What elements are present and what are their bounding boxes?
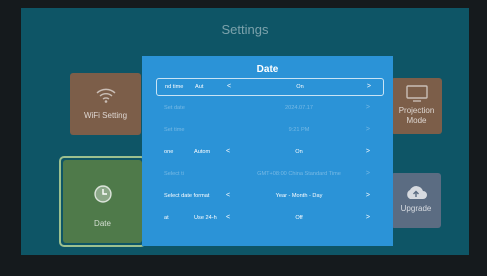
settings-row[interactable]: at Use 24-h < Off > xyxy=(156,210,382,226)
tile-label: Projection Mode xyxy=(398,106,435,125)
chevron-right-icon: > xyxy=(365,170,370,177)
row-label: Select date format xyxy=(164,193,210,199)
row-mode-label: Use 24-h xyxy=(194,215,217,221)
chevron-right-icon: > xyxy=(365,126,370,133)
settings-row: Set date 2024.07.17 > xyxy=(156,100,382,116)
clock-icon xyxy=(93,185,112,203)
settings-row[interactable]: nd time Aut < On > xyxy=(156,78,384,96)
row-label: Select ti xyxy=(164,171,184,177)
tv-display: Settings WiFi Setting Date Projection Mo xyxy=(21,8,469,255)
tile-wifi-setting[interactable]: WiFi Setting xyxy=(70,73,141,135)
row-label: one xyxy=(164,149,174,155)
row-value: Off xyxy=(295,215,303,221)
row-value: GMT+08:00 China Standard Time xyxy=(257,171,341,177)
projector-icon xyxy=(405,85,428,102)
tile-date[interactable]: Date xyxy=(59,156,146,247)
chevron-right-icon[interactable]: > xyxy=(367,79,371,95)
tile-label: WiFi Setting xyxy=(83,111,128,120)
row-value: On xyxy=(295,149,303,155)
row-label: nd time xyxy=(165,84,184,90)
settings-row[interactable]: Select date format < Year - Month - Day > xyxy=(156,188,382,204)
page-title: Settings xyxy=(221,22,269,37)
tile-upgrade[interactable]: Upgrade xyxy=(391,173,441,228)
settings-row[interactable]: one Autom < On > xyxy=(156,144,382,160)
chevron-left-icon[interactable]: < xyxy=(226,144,230,160)
screen: Settings WiFi Setting Date Projection Mo xyxy=(0,0,487,276)
chevron-left-icon[interactable]: < xyxy=(227,79,231,95)
date-settings-dialog: Date nd time Aut < On > Set date 2024.07.17 > Se… xyxy=(142,56,393,246)
chevron-right-icon[interactable]: > xyxy=(366,210,370,226)
row-value: 9:21 PM xyxy=(288,127,310,133)
row-label: Set date xyxy=(164,105,185,111)
row-mode-label: Autom xyxy=(194,149,211,155)
settings-row: Select ti GMT+08:00 China Standard Time > xyxy=(156,166,382,182)
tile-label: Upgrade xyxy=(400,204,432,213)
cloud-upgrade-icon xyxy=(407,186,427,199)
chevron-right-icon: > xyxy=(365,104,370,111)
chevron-right-icon[interactable]: > xyxy=(366,144,370,160)
tile-projection-mode[interactable]: Projection Mode xyxy=(391,78,442,134)
chevron-left-icon[interactable]: < xyxy=(226,188,230,204)
row-value: 2024.07.17 xyxy=(285,105,313,111)
chevron-right-icon[interactable]: > xyxy=(366,188,370,204)
tile-label: Date xyxy=(94,219,111,228)
settings-row: Set time 9:21 PM > xyxy=(156,122,382,138)
wifi-icon xyxy=(96,88,115,103)
row-label: at xyxy=(164,215,169,221)
row-value: Year - Month - Day xyxy=(275,193,323,199)
row-value: On xyxy=(296,84,304,90)
dialog-title: Date xyxy=(256,64,279,75)
chevron-left-icon[interactable]: < xyxy=(226,210,230,226)
row-mode-label: Aut xyxy=(195,84,204,90)
row-label: Set time xyxy=(164,127,185,133)
